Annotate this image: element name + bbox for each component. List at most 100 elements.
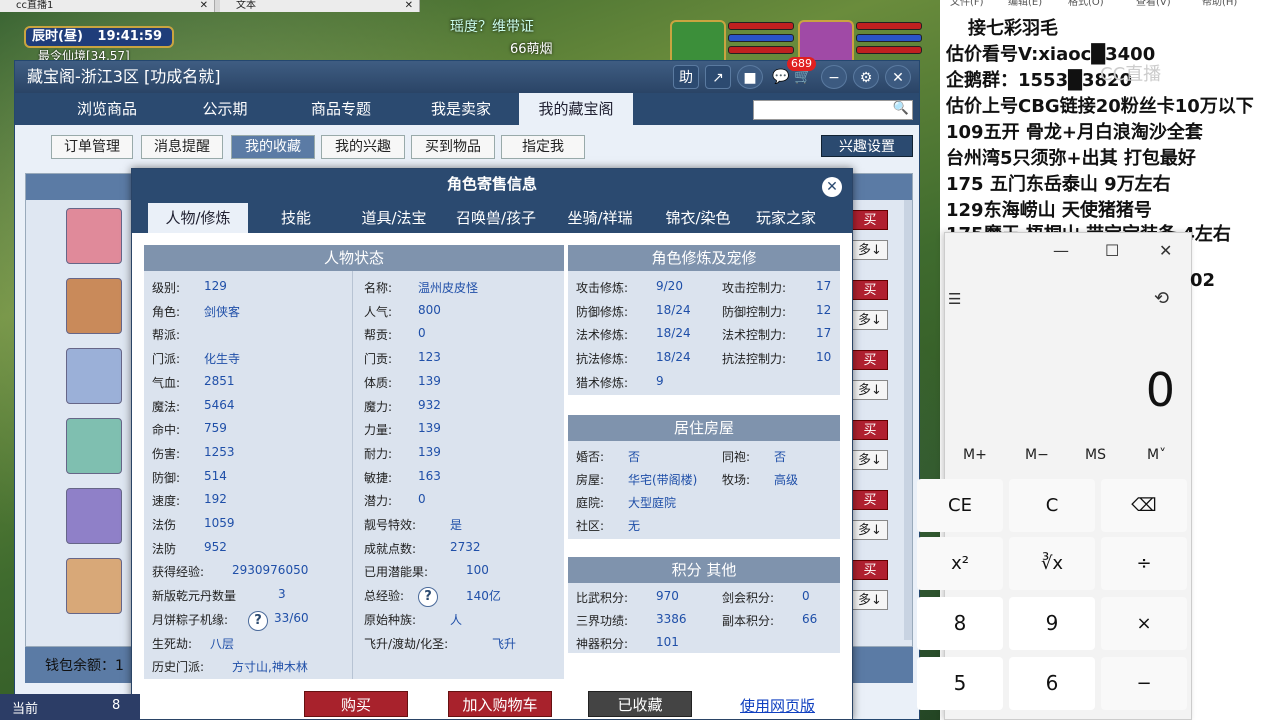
subnav-orders[interactable]: 订单管理 (51, 135, 133, 159)
clock-time: 19:41:59 (97, 29, 163, 44)
close-icon[interactable]: ✕ (885, 65, 911, 89)
clear-button[interactable]: C (1009, 479, 1095, 532)
browser-tab-2[interactable]: 文本 ✕ (220, 0, 420, 12)
search-icon[interactable]: 🔍 (893, 101, 909, 116)
list-scrollbar[interactable] (904, 200, 912, 640)
subnav-bought[interactable]: 买到物品 (411, 135, 495, 159)
maximize-icon[interactable]: ☐ (1105, 241, 1119, 260)
points-label: 剑会积分: (722, 591, 775, 605)
points-label: 三界功绩: (576, 614, 629, 628)
memory-list-button[interactable]: M˅ (1147, 447, 1166, 463)
close-icon[interactable]: ✕ (200, 0, 208, 12)
memory-subtract-button[interactable]: M− (1025, 447, 1049, 463)
control-label: 抗法控制力: (722, 352, 787, 367)
memory-store-button[interactable]: MS (1085, 447, 1106, 463)
stop-icon[interactable]: ■ (737, 65, 763, 89)
buy-button[interactable]: 购买 (304, 691, 408, 717)
tab-pets[interactable]: 召唤兽/孩子 (444, 203, 548, 233)
points-section-header: 积分 其他 (568, 557, 840, 583)
clear-entry-button[interactable]: CE (917, 479, 1003, 532)
share-icon[interactable]: ↗ (705, 65, 731, 89)
memory-add-button[interactable]: M+ (963, 447, 987, 463)
status-label: 法防 (152, 541, 177, 556)
minimize-icon[interactable]: − (821, 65, 847, 89)
digit-6-button[interactable]: 6 (1009, 657, 1095, 710)
item-thumbnail[interactable] (66, 278, 122, 334)
tab-items[interactable]: 道具/法宝 (344, 203, 444, 233)
more-button[interactable]: 多↓ (852, 240, 888, 260)
nav-seller[interactable]: 我是卖家 (411, 93, 511, 125)
favorited-button[interactable]: 已收藏 (588, 691, 692, 717)
status-value: 飞升 (492, 636, 517, 651)
status-value: 2930976050 (232, 563, 309, 578)
tab-mounts[interactable]: 坐骑/祥瑞 (550, 203, 650, 233)
more-button[interactable]: 多↓ (852, 450, 888, 470)
housing-value: 高级 (774, 473, 799, 487)
close-icon[interactable]: ✕ (405, 0, 413, 12)
more-button[interactable]: 多↓ (852, 520, 888, 540)
menu-file[interactable]: 文件(F) (950, 0, 984, 8)
close-icon[interactable]: ✕ (822, 177, 842, 197)
subnav-assigned[interactable]: 指定我 (501, 135, 585, 159)
use-web-version-link[interactable]: 使用网页版 (740, 695, 815, 716)
interest-settings-button[interactable]: 兴趣设置 (821, 135, 913, 157)
more-button[interactable]: 多↓ (852, 380, 888, 400)
item-thumbnail[interactable] (66, 488, 122, 544)
browser-tab-1[interactable]: cc直播1 ✕ (0, 0, 215, 12)
menu-edit[interactable]: 编辑(E) (1008, 0, 1042, 8)
divide-button[interactable]: ÷ (1101, 537, 1187, 590)
multiply-button[interactable]: × (1101, 597, 1187, 650)
buy-button[interactable]: 买 (852, 490, 888, 510)
subtract-button[interactable]: − (1101, 657, 1187, 710)
cube-root-button[interactable]: ∛x (1009, 537, 1095, 590)
calculator-mode-icon[interactable]: ☰ (948, 290, 961, 308)
digit-9-button[interactable]: 9 (1009, 597, 1095, 650)
current-channel[interactable]: 当前 (12, 698, 38, 717)
tab-skills[interactable]: 技能 (258, 203, 334, 233)
item-thumbnail[interactable] (66, 558, 122, 614)
buy-button[interactable]: 买 (852, 420, 888, 440)
menu-format[interactable]: 格式(O) (1068, 0, 1104, 8)
nav-browse[interactable]: 浏览商品 (55, 93, 159, 125)
digit-5-button[interactable]: 5 (917, 657, 1003, 710)
message-cart-button[interactable]: 💬 689 🛒 (769, 57, 816, 89)
subnav-messages[interactable]: 消息提醒 (141, 135, 223, 159)
digit-8-button[interactable]: 8 (917, 597, 1003, 650)
status-label: 法伤 (152, 518, 177, 532)
nav-topics[interactable]: 商品专题 (285, 93, 397, 125)
history-icon[interactable]: ⟲ (1154, 288, 1169, 309)
item-thumbnail[interactable] (66, 418, 122, 474)
points-label: 神器积分: (576, 637, 629, 651)
help-icon[interactable]: ? (248, 611, 268, 631)
tab-outfits[interactable]: 锦衣/染色 (648, 203, 748, 233)
mp-bar (856, 34, 922, 42)
buy-button[interactable]: 买 (852, 560, 888, 580)
square-button[interactable]: x² (917, 537, 1003, 590)
minimize-icon[interactable]: — (1053, 241, 1069, 260)
tab-home[interactable]: 玩家之家 (744, 203, 828, 233)
help-icon[interactable]: ? (418, 587, 438, 607)
cultivation-label: 猎术修炼: (576, 375, 629, 390)
backspace-button[interactable]: ⌫ (1101, 479, 1187, 532)
nav-my-store[interactable]: 我的藏宝阁 (519, 93, 633, 125)
buy-button[interactable]: 买 (852, 350, 888, 370)
add-to-cart-button[interactable]: 加入购物车 (448, 691, 552, 717)
more-button[interactable]: 多↓ (852, 590, 888, 610)
subnav-interests[interactable]: 我的兴趣 (321, 135, 405, 159)
subnav-favorites[interactable]: 我的收藏 (231, 135, 315, 159)
nav-public[interactable]: 公示期 (183, 93, 267, 125)
item-thumbnail[interactable] (66, 208, 122, 264)
menu-view[interactable]: 查看(V) (1136, 0, 1171, 8)
help-icon[interactable]: 助 (673, 65, 699, 89)
more-button[interactable]: 多↓ (852, 310, 888, 330)
close-icon[interactable]: ✕ (1159, 241, 1172, 260)
status-value: 2851 (204, 373, 235, 388)
item-thumbnail[interactable] (66, 348, 122, 404)
buy-button[interactable]: 买 (852, 280, 888, 300)
buy-button[interactable]: 买 (852, 210, 888, 230)
tab-character[interactable]: 人物/修炼 (148, 203, 248, 233)
menu-help[interactable]: 帮助(H) (1202, 0, 1237, 8)
status-label: 成就点数: (364, 541, 417, 556)
settings-icon[interactable]: ⚙ (853, 65, 879, 89)
search-input[interactable]: 🔍 (753, 100, 913, 120)
